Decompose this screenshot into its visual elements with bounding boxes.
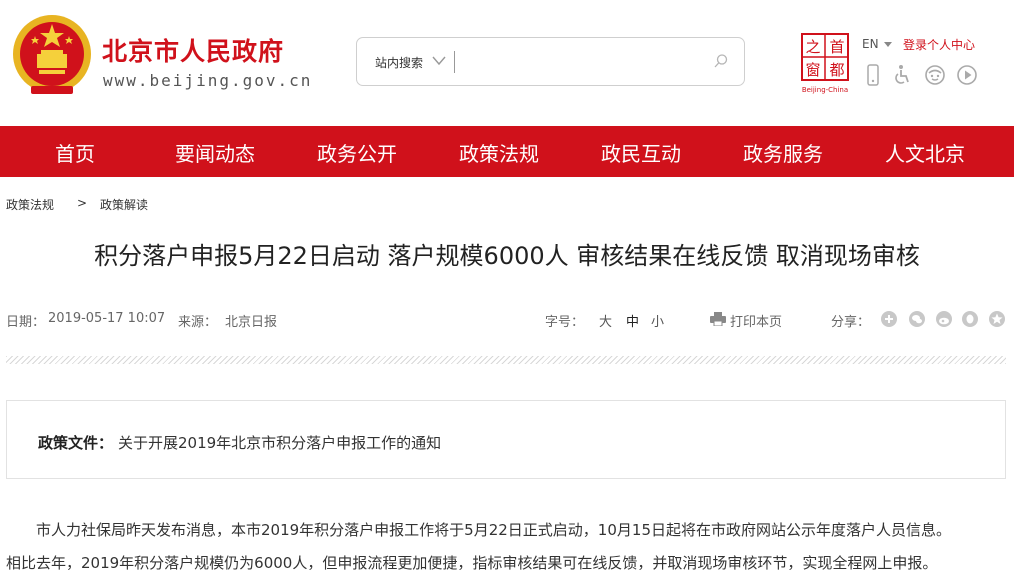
wechat-icon[interactable] [909, 311, 925, 327]
mobile-icon[interactable] [863, 64, 883, 86]
date-label: 日期： [6, 315, 46, 330]
policy-document-box: 政策文件： 关于开展2019年北京市积分落户申报工作的通知 [6, 400, 1006, 479]
star-icon[interactable] [989, 311, 1005, 327]
search-icon[interactable] [713, 53, 729, 69]
article-paragraph: 市人力社保局昨天发布消息，本市2019年积分落户申报工作将于5月22日正式启动，… [6, 521, 951, 539]
play-icon[interactable] [957, 64, 977, 86]
breadcrumb-separator: > [77, 196, 88, 210]
source-label: 来源： [178, 315, 218, 330]
svg-text:之: 之 [805, 38, 820, 56]
search-input[interactable] [461, 48, 701, 76]
national-emblem-icon[interactable] [11, 10, 93, 100]
nav-item-policies[interactable]: 政策法规 [459, 138, 539, 167]
share-label: 分享： [831, 315, 871, 330]
language-switch[interactable]: EN [862, 37, 879, 51]
main-nav: 首页 要闻动态 政务公开 政策法规 政民互动 政务服务 人文北京 [0, 126, 1014, 177]
print-page-link[interactable]: 打印本页 [730, 311, 782, 330]
nav-item-news[interactable]: 要闻动态 [175, 138, 255, 167]
search-box: 站内搜索 [356, 37, 745, 86]
search-scope-label[interactable]: 站内搜索 [375, 54, 423, 71]
nav-item-services[interactable]: 政务服务 [743, 138, 823, 167]
divider-stripe [6, 356, 1006, 364]
font-size-label: 字号： [545, 315, 585, 330]
source-value: 北京日报 [225, 315, 278, 330]
breadcrumb-policies[interactable]: 政策法规 [6, 196, 54, 213]
plus-share-icon[interactable] [881, 311, 897, 327]
capital-window-logo[interactable]: 之 首 窗 都 Beijing-China [797, 32, 853, 96]
svg-text:首: 首 [829, 38, 844, 56]
printer-icon[interactable] [710, 312, 726, 326]
svg-text:窗: 窗 [805, 61, 820, 79]
publish-date: 2019-05-17 10:07 [48, 311, 166, 326]
font-size-large-button[interactable]: 大 [599, 311, 612, 330]
site-url: www.beijing.gov.cn [103, 71, 313, 90]
breadcrumb-interpretation[interactable]: 政策解读 [100, 196, 148, 213]
caret-down-icon[interactable] [884, 42, 892, 47]
font-size-small-button[interactable]: 小 [651, 311, 664, 330]
policy-document-link[interactable]: 关于开展2019年北京市积分落户申报工作的通知 [118, 432, 441, 453]
site-header: 北京市人民政府 www.beijing.gov.cn 站内搜索 之 首 窗 都 … [0, 0, 1014, 126]
svg-text:都: 都 [829, 61, 844, 79]
chevron-down-icon[interactable] [431, 52, 447, 68]
svg-text:Beijing-China: Beijing-China [802, 86, 848, 94]
nav-item-culture[interactable]: 人文北京 [885, 138, 965, 167]
nav-item-interaction[interactable]: 政民互动 [601, 138, 681, 167]
policy-document-label: 政策文件： [38, 434, 114, 452]
login-link[interactable]: 登录个人中心 [903, 36, 975, 53]
site-name[interactable]: 北京市人民政府 [102, 32, 284, 68]
article-title: 积分落户申报5月22日启动 落户规模6000人 审核结果在线反馈 取消现场审核 [94, 242, 920, 270]
nav-item-gov-affairs[interactable]: 政务公开 [317, 138, 397, 167]
nav-item-home[interactable]: 首页 [55, 138, 95, 167]
search-divider [454, 51, 455, 73]
weibo-icon[interactable] [936, 311, 952, 327]
font-size-medium-button[interactable]: 中 [626, 311, 639, 330]
elderly-care-icon[interactable] [925, 64, 945, 86]
article-paragraph: 相比去年，2019年积分落户规模仍为6000人，但申报流程更加便捷，指标审核结果… [6, 554, 938, 572]
accessibility-icon[interactable] [892, 64, 912, 86]
qq-icon[interactable] [962, 311, 978, 327]
